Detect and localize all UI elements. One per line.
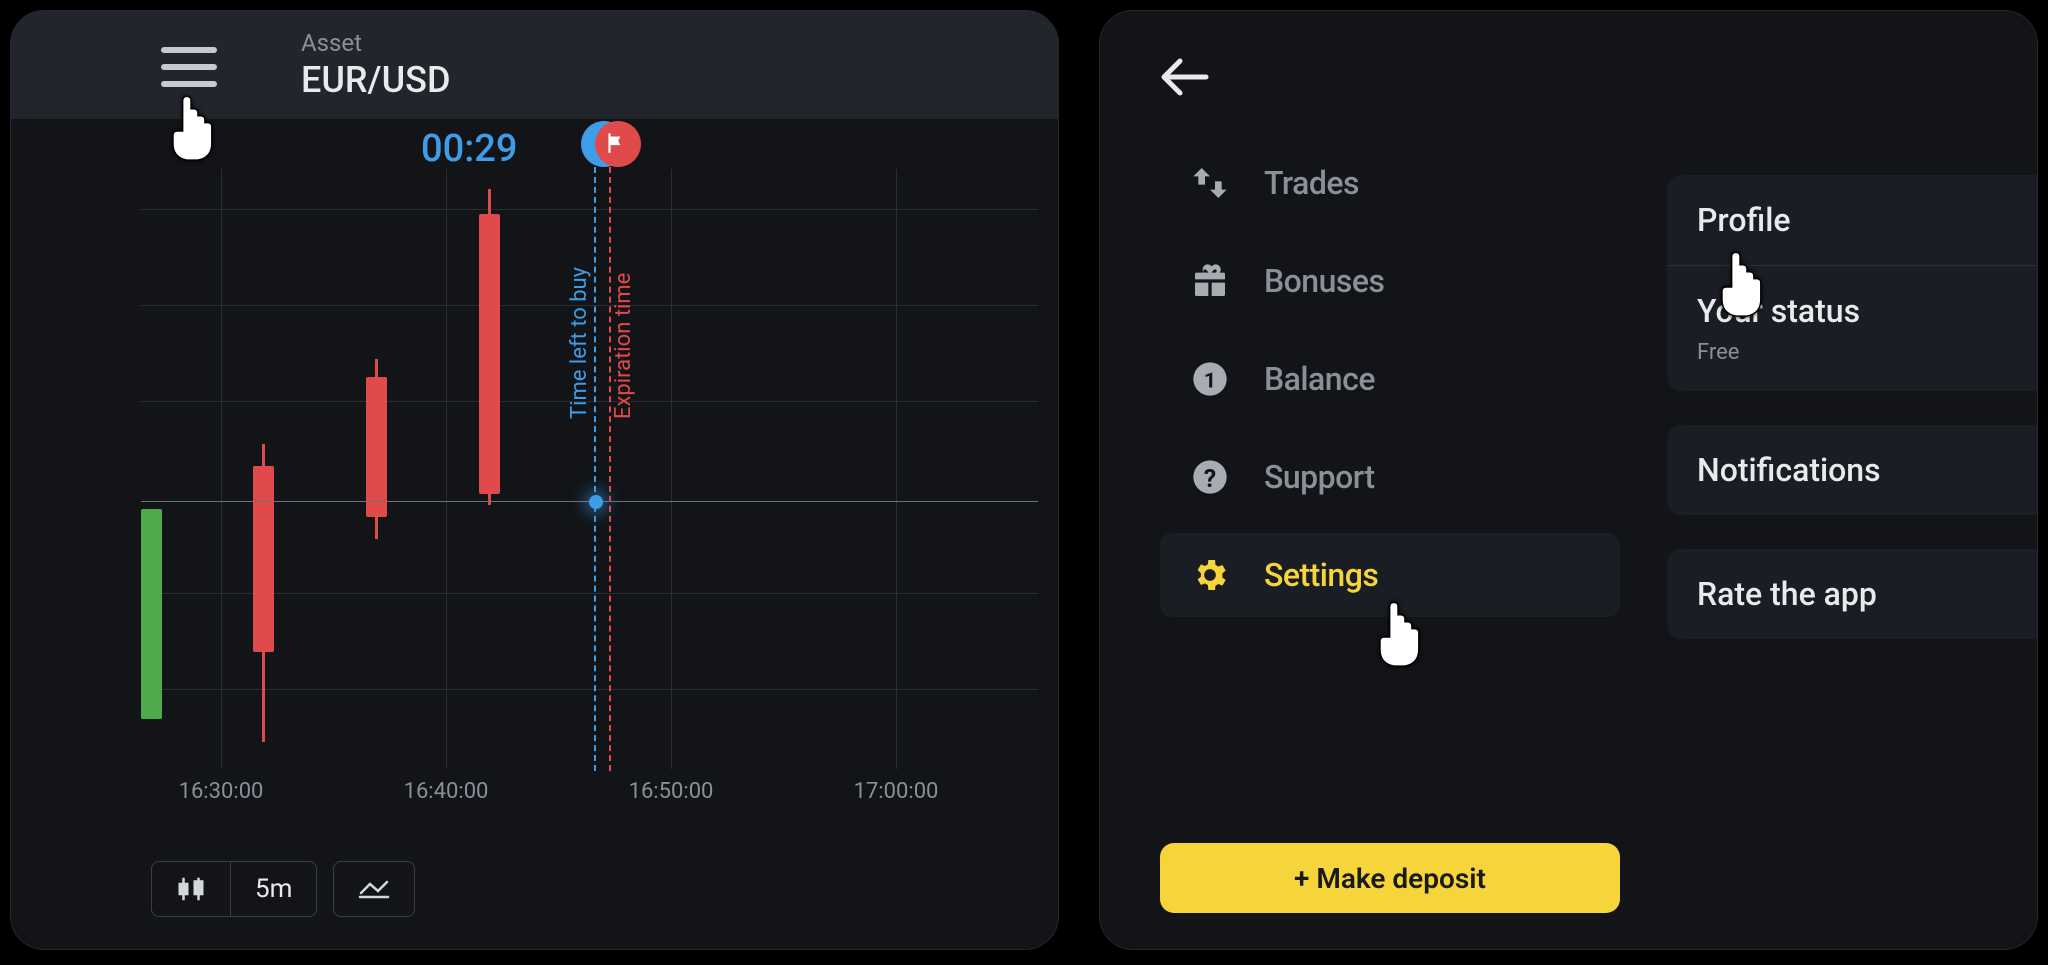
profile-title: Profile <box>1697 201 2007 239</box>
chart-toolbar: 5m <box>151 861 415 917</box>
current-price-dot <box>589 495 603 509</box>
menu-item-bonuses[interactable]: Bonuses <box>1160 239 1620 323</box>
status-row[interactable]: Your status Free <box>1667 265 2037 391</box>
status-value: Free <box>1697 340 2007 365</box>
expiration-label: Expiration time <box>611 199 636 419</box>
status-title: Your status <box>1697 292 2007 330</box>
interval-value[interactable]: 5m <box>230 862 316 916</box>
profile-row[interactable]: Profile <box>1667 175 2037 265</box>
gift-icon <box>1188 259 1232 303</box>
menu-item-settings[interactable]: Settings <box>1160 533 1620 617</box>
x-tick: 16:40:00 <box>404 779 489 804</box>
profile-status-card[interactable]: Profile Your status Free <box>1667 175 2037 391</box>
x-tick: 16:50:00 <box>629 779 714 804</box>
chart-area[interactable]: 00:29 Time left to buy Expiration time 1… <box>11 119 1058 829</box>
gear-icon <box>1188 553 1232 597</box>
rate-title: Rate the app <box>1697 575 2007 613</box>
menu-item-support[interactable]: ? Support <box>1160 435 1620 519</box>
hamburger-menu-icon[interactable] <box>161 47 217 87</box>
menu-label: Trades <box>1264 164 1359 202</box>
trades-icon <box>1188 161 1232 205</box>
time-to-buy-label: Time left to buy <box>567 199 592 419</box>
svg-text:1: 1 <box>1204 368 1216 393</box>
menu-label: Balance <box>1264 360 1375 398</box>
x-tick: 16:30:00 <box>179 779 264 804</box>
chart-type-interval-control[interactable]: 5m <box>151 861 317 917</box>
rate-card[interactable]: Rate the app <box>1667 549 2037 639</box>
deposit-label: + Make deposit <box>1294 862 1486 895</box>
indicator-button[interactable] <box>333 861 415 917</box>
time-to-buy-line <box>594 167 596 771</box>
notifications-card[interactable]: Notifications <box>1667 425 2037 515</box>
notifications-title: Notifications <box>1697 451 2007 489</box>
settings-panel: Trades Bonuses 1 Balance ? Support Setti… <box>1099 10 2038 950</box>
menu-item-balance[interactable]: 1 Balance <box>1160 337 1620 421</box>
candle-type-icon[interactable] <box>152 862 230 916</box>
chart-topbar: Asset EUR/USD <box>11 11 1058 119</box>
chart-panel: Asset EUR/USD 00:29 Time left to buy Exp… <box>10 10 1059 950</box>
settings-submenu: Profile Your status Free Notifications R… <box>1667 175 2037 639</box>
asset-selector[interactable]: Asset EUR/USD <box>301 29 450 101</box>
coin-icon: 1 <box>1188 357 1232 401</box>
menu-item-trades[interactable]: Trades <box>1160 141 1620 225</box>
support-icon: ? <box>1188 455 1232 499</box>
menu-label: Settings <box>1264 556 1378 594</box>
svg-text:?: ? <box>1204 465 1216 494</box>
main-menu-list: Trades Bonuses 1 Balance ? Support Setti… <box>1160 141 1620 617</box>
menu-label: Bonuses <box>1264 262 1385 300</box>
make-deposit-button[interactable]: + Make deposit <box>1160 843 1620 913</box>
indicator-icon[interactable] <box>334 862 414 916</box>
countdown-timer: 00:29 <box>421 127 517 171</box>
menu-label: Support <box>1264 458 1375 496</box>
x-tick: 17:00:00 <box>854 779 939 804</box>
asset-label: Asset <box>301 29 450 57</box>
back-button[interactable] <box>1160 55 1210 103</box>
asset-value: EUR/USD <box>301 59 450 101</box>
